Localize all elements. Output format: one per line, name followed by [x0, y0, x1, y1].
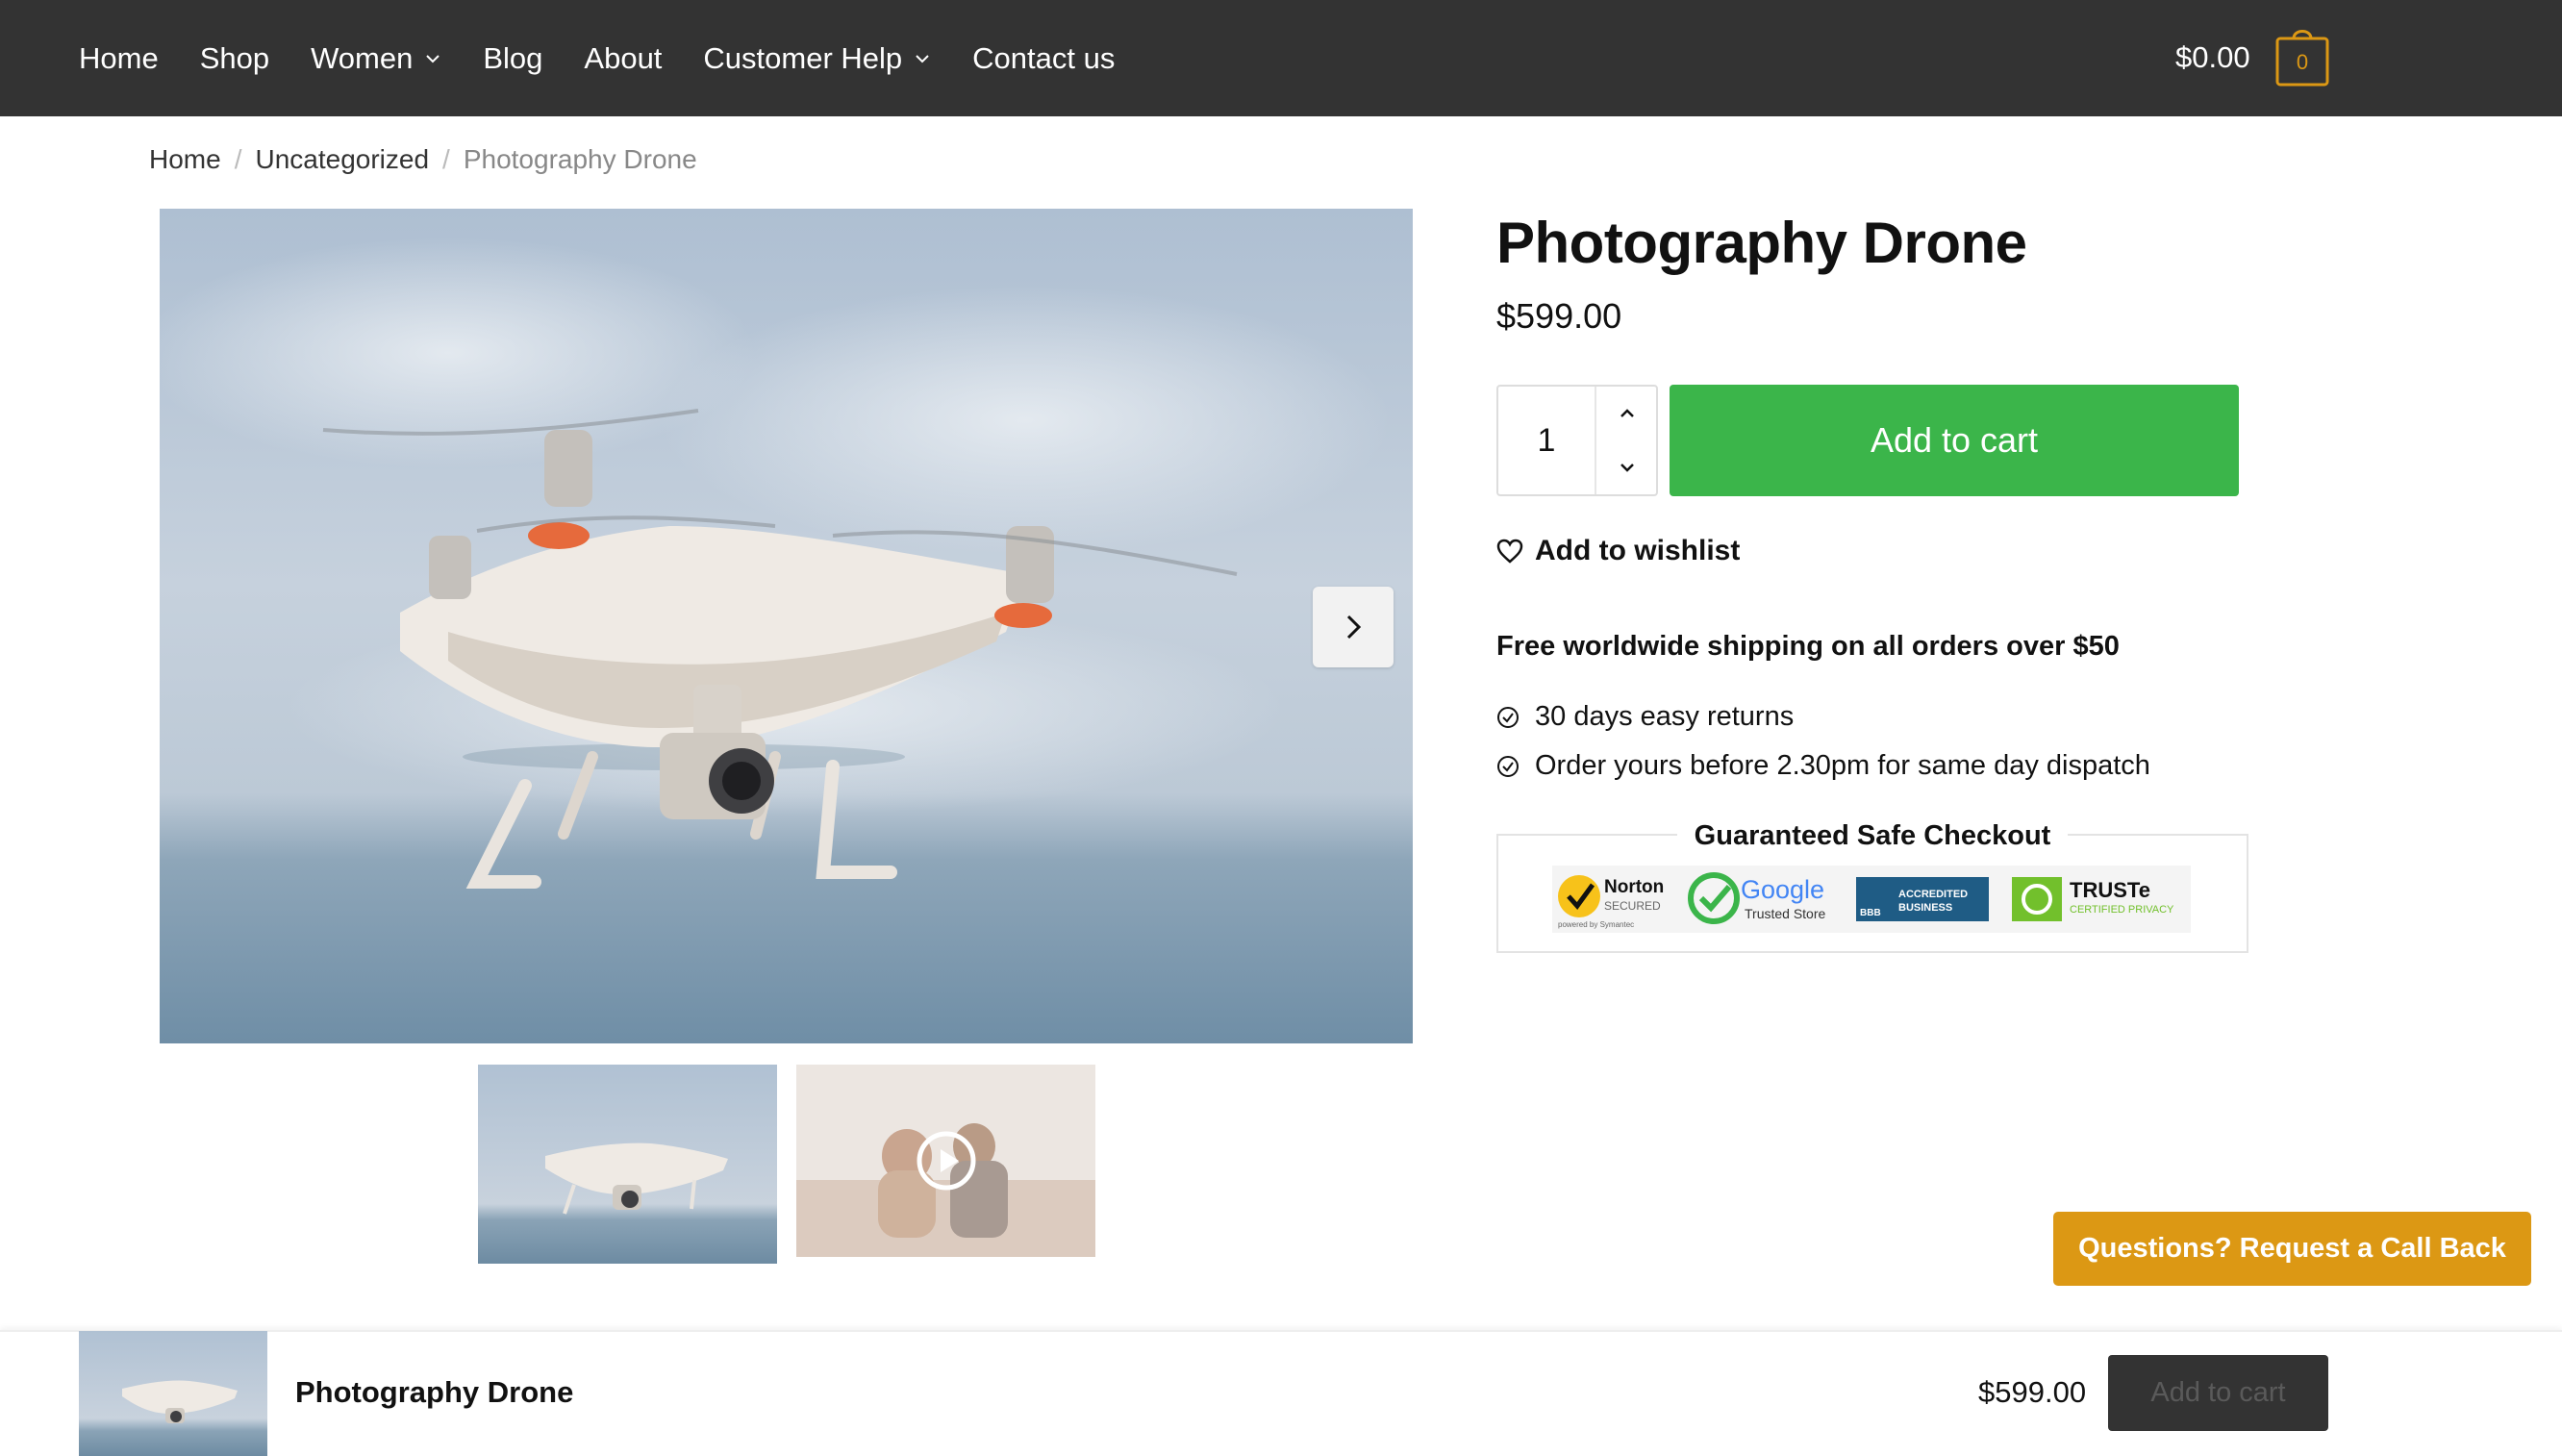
quantity-increase-button[interactable]: [1596, 387, 1658, 440]
google-badge-text: Google: [1741, 875, 1824, 904]
main-menu: Home Shop Women Blog About Customer Help…: [79, 0, 1156, 116]
quantity-decrease-button[interactable]: [1596, 440, 1658, 494]
nav-item-label: Shop: [199, 40, 270, 75]
product-title: Photography Drone: [1496, 211, 2027, 275]
quantity-stepper: 1: [1496, 385, 1658, 496]
nav-item-contact-us[interactable]: Contact us: [972, 41, 1115, 76]
perk-label: 30 days easy returns: [1535, 701, 1795, 732]
trust-badges-image: Norton SECURED powered by Symantec Googl…: [1558, 872, 2174, 929]
sticky-add-to-cart-button[interactable]: Add to cart: [2108, 1355, 2328, 1431]
nav-item-label: Contact us: [972, 40, 1116, 75]
chevron-up-icon: [1620, 409, 1634, 417]
product-main-image[interactable]: [160, 209, 1413, 1043]
nav-item-label: About: [584, 40, 663, 75]
trust-badges: Norton SECURED powered by Symantec Googl…: [1552, 866, 2191, 933]
truste-badge-subtext: CERTIFIED PRIVACY: [2070, 904, 2174, 916]
nav-item-customer-help[interactable]: Customer Help: [703, 41, 931, 76]
gallery-next-button[interactable]: [1313, 587, 1394, 667]
play-icon[interactable]: [917, 1131, 976, 1191]
bbb-badge-logo: BBB: [1860, 908, 1881, 918]
chevron-down-icon: [916, 54, 929, 63]
nav-item-about[interactable]: About: [584, 41, 662, 76]
breadcrumb-separator: /: [442, 144, 450, 174]
drone-thumbnail-image: [79, 1331, 267, 1456]
add-to-cart-button[interactable]: Add to cart: [1670, 385, 2239, 496]
breadcrumb-home[interactable]: Home: [149, 144, 221, 175]
gallery-thumbnail-drone[interactable]: [478, 1065, 777, 1264]
norton-badge-text: Norton: [1604, 877, 1664, 897]
check-circle-icon: [1497, 706, 1519, 728]
nav-item-women[interactable]: Women: [311, 41, 441, 76]
nav-item-label: Home: [79, 40, 159, 75]
chevron-down-icon: [426, 54, 440, 63]
shipping-note: Free worldwide shipping on all orders ov…: [1496, 631, 2120, 662]
nav-item-label: Women: [311, 40, 414, 75]
breadcrumb-separator: /: [234, 144, 242, 174]
google-badge-subtext: Trusted Store: [1745, 906, 1826, 921]
bbb-badge-subtext: BUSINESS: [1898, 902, 1952, 914]
nav-item-home[interactable]: Home: [79, 41, 159, 76]
top-navigation-bar: Home Shop Women Blog About Customer Help…: [0, 0, 2562, 116]
heart-icon: [1496, 539, 1523, 564]
wishlist-label: Add to wishlist: [1535, 535, 1741, 566]
check-circle-icon: [1497, 755, 1519, 777]
perk-item: Order yours before 2.30pm for same day d…: [1496, 741, 2150, 791]
breadcrumb: Home / Uncategorized / Photography Drone: [149, 144, 697, 175]
sticky-product-title: Photography Drone: [295, 1375, 574, 1409]
chevron-right-icon: [1346, 615, 1362, 640]
nav-item-label: Customer Help: [703, 40, 903, 75]
nav-item-label: Blog: [483, 40, 543, 75]
norton-badge-subtext: SECURED: [1604, 899, 1661, 913]
perk-item: 30 days easy returns: [1496, 692, 2150, 741]
norton-badge-powered: powered by Symantec: [1558, 920, 1634, 929]
cart-total[interactable]: $0.00: [2175, 40, 2250, 75]
add-to-wishlist-link[interactable]: Add to wishlist: [1496, 535, 1740, 567]
sticky-product-price: $599.00: [1978, 1375, 2087, 1409]
cart-count: 0: [2296, 50, 2309, 74]
perks-list: 30 days easy returns Order yours before …: [1496, 692, 2150, 791]
truste-badge-text: TRUSTe: [2070, 878, 2150, 902]
sticky-product-thumbnail: [79, 1331, 267, 1456]
breadcrumb-current: Photography Drone: [463, 144, 697, 174]
nav-item-blog[interactable]: Blog: [483, 41, 542, 76]
quantity-stepper-controls: [1595, 387, 1656, 494]
breadcrumb-category[interactable]: Uncategorized: [255, 144, 429, 175]
gallery-thumbnail-video[interactable]: [796, 1065, 1095, 1257]
nav-item-shop[interactable]: Shop: [200, 41, 269, 76]
drone-thumbnail-image: [478, 1065, 777, 1264]
safe-checkout-title: Guaranteed Safe Checkout: [1677, 817, 2068, 854]
quantity-input[interactable]: 1: [1498, 387, 1595, 494]
bbb-badge-text: ACCREDITED: [1898, 889, 1968, 900]
request-callback-button[interactable]: Questions? Request a Call Back: [2053, 1212, 2531, 1286]
drone-photo: [160, 209, 1413, 1043]
perk-label: Order yours before 2.30pm for same day d…: [1535, 750, 2150, 781]
product-price: $599.00: [1496, 296, 1622, 336]
chevron-down-icon: [1620, 464, 1634, 472]
